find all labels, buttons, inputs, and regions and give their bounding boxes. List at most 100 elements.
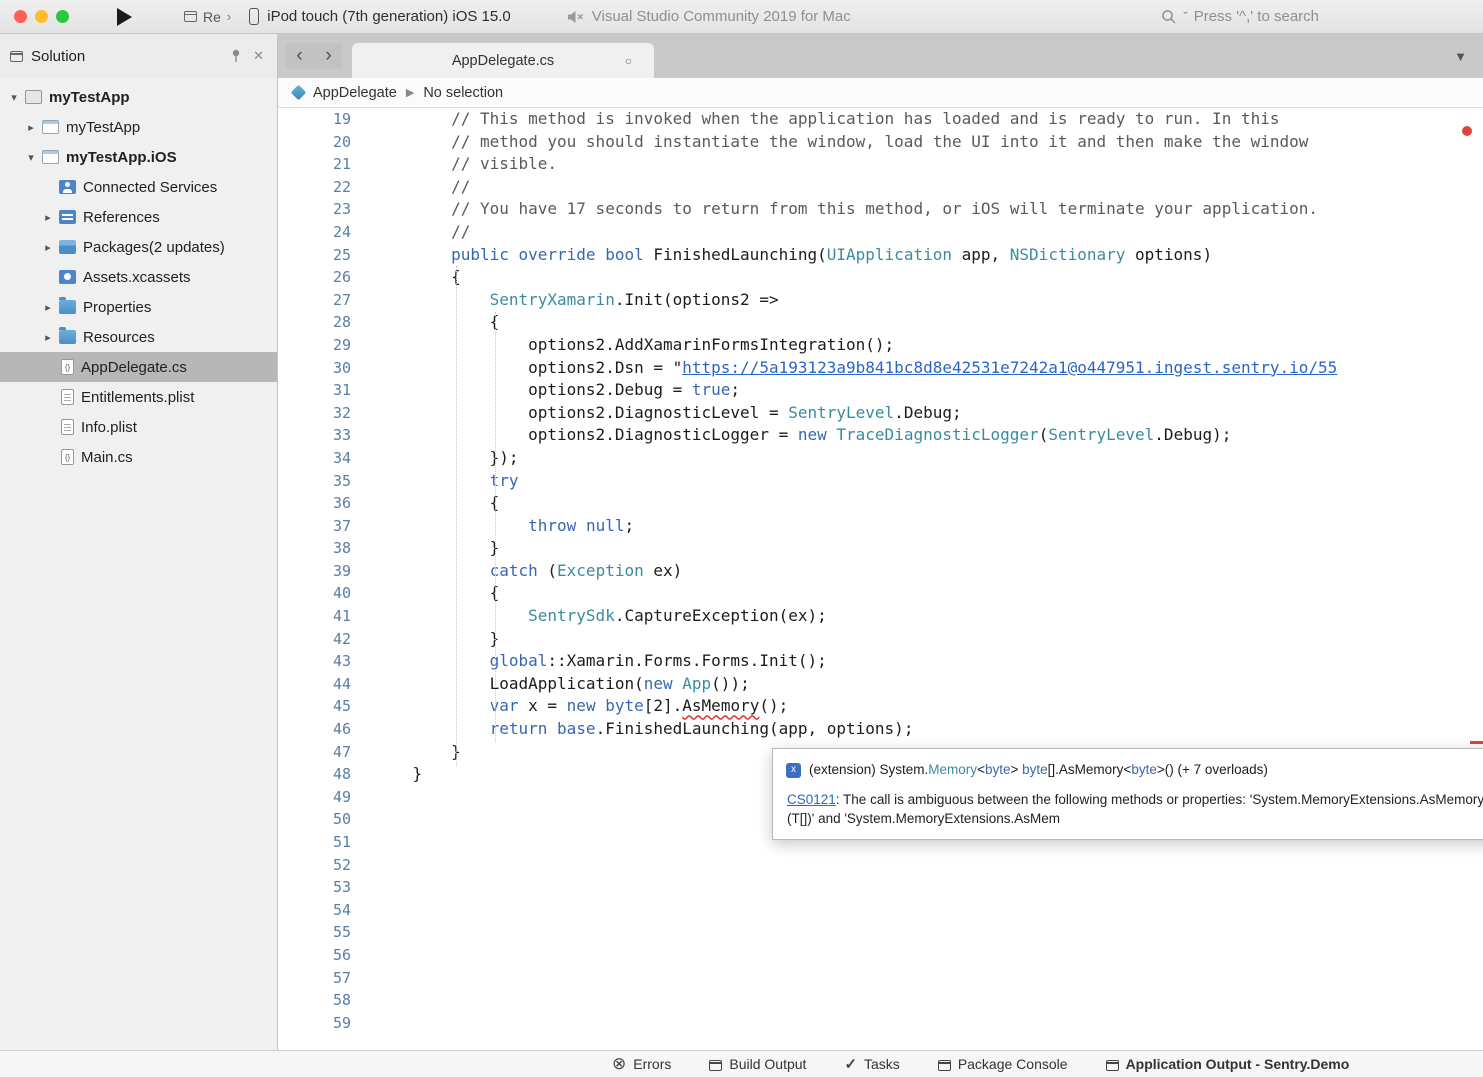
code-line-43[interactable]: 43 global::Xamarin.Forms.Forms.Init(); [278, 650, 1483, 673]
code-line-19[interactable]: 19 // This method is invoked when the ap… [278, 108, 1483, 131]
sidebar-item-entitlements-plist[interactable]: Entitlements.plist [0, 382, 277, 412]
code-line-34[interactable]: 34 }); [278, 447, 1483, 470]
navigate-forward-button[interactable]: › [315, 43, 342, 69]
tab-modified-icon[interactable]: ○ [625, 54, 632, 68]
code-line-22[interactable]: 22 // [278, 176, 1483, 199]
code-line-33[interactable]: 33 options2.DiagnosticLogger = new Trace… [278, 424, 1483, 447]
sidebar-item-mytestapp-ios[interactable]: ▾myTestApp.iOS [0, 142, 277, 172]
statusbar-item-build-output[interactable]: Build Output [709, 1056, 806, 1072]
code-token: ; [624, 516, 634, 535]
disclosure-right-icon[interactable]: ▸ [23, 121, 39, 134]
scrollbar-error-line-marker[interactable] [1470, 741, 1483, 744]
search-input[interactable]: ˇ Press '^,' to search [1161, 8, 1319, 25]
sidebar-item-mytestapp[interactable]: ▸myTestApp [0, 112, 277, 142]
code-line-39[interactable]: 39 catch (Exception ex) [278, 560, 1483, 583]
code-line-21[interactable]: 21 // visible. [278, 153, 1483, 176]
code-token: Exception [557, 561, 644, 580]
code-line-44[interactable]: 44 LoadApplication(new App()); [278, 673, 1483, 696]
sidebar-item-references[interactable]: ▸References [0, 202, 277, 232]
sidebar-item-main-cs[interactable]: Main.cs [0, 442, 277, 472]
sidebar-item-assets-xcassets[interactable]: Assets.xcassets [0, 262, 277, 292]
tooltip-error-message: : The call is ambiguous between the foll… [787, 792, 1483, 827]
close-window-button[interactable] [14, 10, 27, 23]
sidebar-item-packages[interactable]: ▸Packages (2 updates) [0, 232, 277, 262]
code-token: SentryLevel [788, 403, 894, 422]
code-line-24[interactable]: 24 // [278, 221, 1483, 244]
statusbar-item-label: Package Console [958, 1056, 1068, 1072]
sidebar-item-info-plist[interactable]: Info.plist [0, 412, 277, 442]
code-line-37[interactable]: 37 throw null; [278, 515, 1483, 538]
sidebar-item-connected-services[interactable]: Connected Services [0, 172, 277, 202]
disclosure-down-icon[interactable]: ▾ [23, 151, 39, 164]
code-token: options2.Debug = [374, 380, 692, 399]
code-line-58[interactable]: 58 [278, 989, 1483, 1012]
code-line-55[interactable]: 55 [278, 921, 1483, 944]
code-line-23[interactable]: 23 // You have 17 seconds to return from… [278, 198, 1483, 221]
code-text: SentrySdk.CaptureException(ex); [374, 605, 827, 628]
code-line-53[interactable]: 53 [278, 876, 1483, 899]
code-line-41[interactable]: 41 SentrySdk.CaptureException(ex); [278, 605, 1483, 628]
code-line-27[interactable]: 27 SentryXamarin.Init(options2 => [278, 289, 1483, 312]
code-line-35[interactable]: 35 try [278, 470, 1483, 493]
code-token: } [374, 629, 499, 648]
statusbar-item-tasks[interactable]: Tasks [844, 1055, 899, 1073]
code-token: ( [538, 561, 557, 580]
sidebar-item-appdelegate-cs[interactable]: AppDelegate.cs [0, 352, 277, 382]
titlebar: Re › iPod touch (7th generation) iOS 15.… [0, 0, 1483, 34]
code-token: // You have 17 seconds to return from th… [374, 199, 1318, 218]
sidebar-item-mytestapp[interactable]: ▾myTestApp [0, 82, 277, 112]
statusbar-item-label: Application Output - Sentry.Demo [1126, 1056, 1350, 1072]
code-line-26[interactable]: 26 { [278, 266, 1483, 289]
close-pad-icon[interactable]: ✕ [250, 48, 267, 64]
code-token: // This method is invoked when the appli… [374, 109, 1279, 128]
code-line-40[interactable]: 40 { [278, 582, 1483, 605]
disclosure-right-icon[interactable]: ▸ [40, 331, 56, 344]
disclosure-right-icon[interactable]: ▸ [40, 241, 56, 254]
device-selector[interactable]: iPod touch (7th generation) iOS 15.0 [249, 8, 511, 25]
disclosure-down-icon[interactable]: ▾ [6, 91, 22, 104]
code-line-20[interactable]: 20 // method you should instantiate the … [278, 131, 1483, 154]
code-line-56[interactable]: 56 [278, 944, 1483, 967]
scrollbar-error-marker-icon[interactable] [1462, 126, 1472, 136]
breadcrumb-selection[interactable]: No selection [423, 85, 503, 101]
statusbar-item-errors[interactable]: Errors [612, 1054, 671, 1074]
code-line-45[interactable]: 45 var x = new byte[2].AsMemory(); [278, 695, 1483, 718]
code-line-29[interactable]: 29 options2.AddXamarinFormsIntegration()… [278, 334, 1483, 357]
disclosure-right-icon[interactable]: ▸ [40, 301, 56, 314]
breadcrumb-scope[interactable]: AppDelegate [313, 85, 397, 101]
zoom-window-button[interactable] [56, 10, 69, 23]
tab-appdelegate-cs[interactable]: AppDelegate.cs ○ [352, 43, 654, 78]
code-line-42[interactable]: 42 } [278, 628, 1483, 651]
navigate-back-button[interactable]: ‹ [286, 43, 313, 69]
code-text: }); [374, 447, 519, 470]
pin-icon[interactable] [230, 49, 242, 63]
statusbar-item-package-console[interactable]: Package Console [938, 1056, 1068, 1072]
sidebar-item-properties[interactable]: ▸Properties [0, 292, 277, 322]
code-token: global [490, 651, 548, 670]
code-line-31[interactable]: 31 options2.Debug = true; [278, 379, 1483, 402]
tab-list-chevron-icon[interactable]: ▼ [1454, 49, 1467, 64]
code-line-54[interactable]: 54 [278, 899, 1483, 922]
code-line-25[interactable]: 25 public override bool FinishedLaunchin… [278, 244, 1483, 267]
sidebar-item-resources[interactable]: ▸Resources [0, 322, 277, 352]
code-line-38[interactable]: 38 } [278, 537, 1483, 560]
code-token: throw [528, 516, 576, 535]
code-line-52[interactable]: 52 [278, 854, 1483, 877]
disclosure-right-icon[interactable]: ▸ [40, 211, 56, 224]
minimize-window-button[interactable] [35, 10, 48, 23]
code-line-36[interactable]: 36 { [278, 492, 1483, 515]
error-code-link[interactable]: CS0121 [787, 792, 836, 807]
build-configuration-button[interactable]: Re › [184, 9, 231, 25]
statusbar-item-application-output-sentry-demo[interactable]: Application Output - Sentry.Demo [1106, 1056, 1350, 1072]
vs-mac-window: Re › iPod touch (7th generation) iOS 15.… [0, 0, 1483, 1077]
code-text: { [374, 311, 499, 334]
code-area[interactable]: 19 // This method is invoked when the ap… [278, 108, 1483, 1050]
run-button[interactable] [117, 8, 132, 26]
code-line-46[interactable]: 46 return base.FinishedLaunching(app, op… [278, 718, 1483, 741]
code-line-28[interactable]: 28 { [278, 311, 1483, 334]
code-line-57[interactable]: 57 [278, 967, 1483, 990]
code-line-59[interactable]: 59 [278, 1012, 1483, 1035]
code-line-30[interactable]: 30 options2.Dsn = "https://5a193123a9b84… [278, 357, 1483, 380]
code-line-32[interactable]: 32 options2.DiagnosticLevel = SentryLeve… [278, 402, 1483, 425]
nav-history-group: ‹ › [286, 43, 342, 69]
